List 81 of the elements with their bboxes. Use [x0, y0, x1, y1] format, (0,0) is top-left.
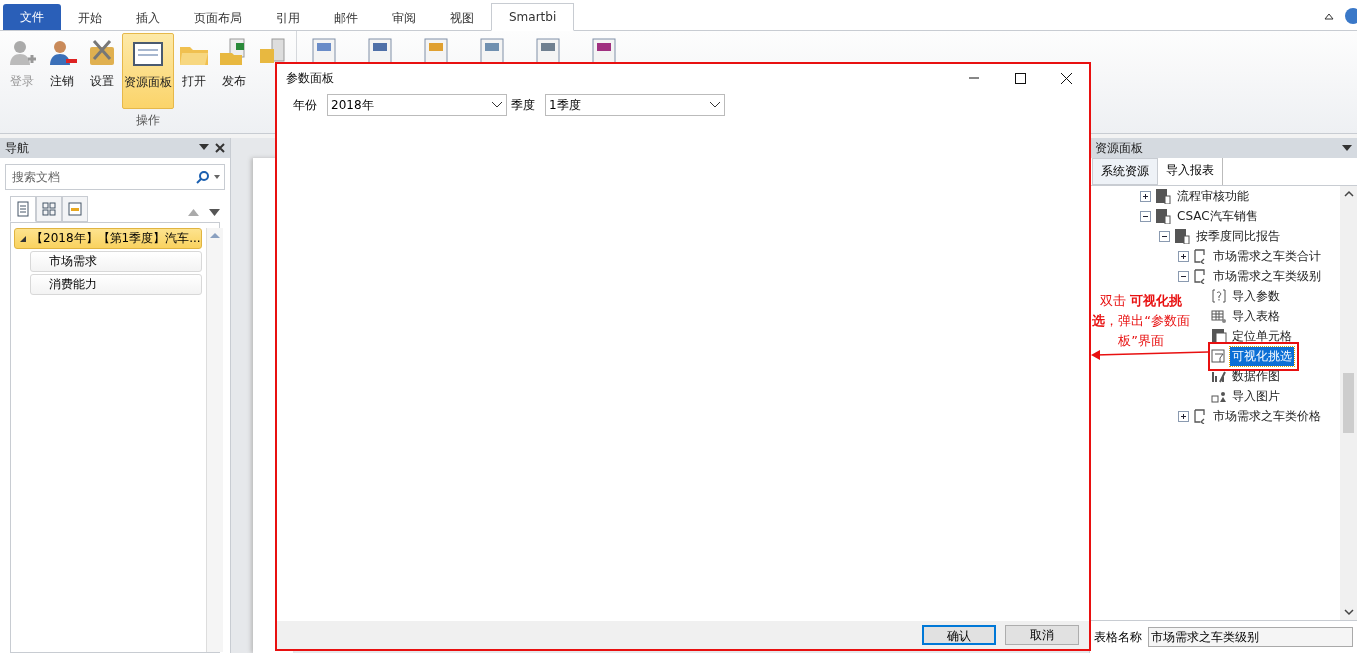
grid-icon	[42, 202, 56, 216]
param-select[interactable]: 1季度	[545, 94, 725, 116]
confirm-button[interactable]: 确认	[922, 625, 996, 645]
report-icon	[1192, 248, 1208, 264]
tree-item[interactable]: 市场需求之车类合计	[1211, 246, 1323, 266]
name-field[interactable]: 市场需求之车类级别	[1148, 627, 1353, 647]
folder-icon	[1154, 208, 1172, 224]
ribbon-button[interactable]: 资源面板	[122, 33, 174, 109]
list-icon	[68, 202, 82, 216]
file-menu-tab[interactable]: 文件	[3, 4, 61, 30]
heading-item[interactable]: 消费能力	[30, 274, 202, 295]
select-value: 2018年	[331, 96, 374, 114]
search-field[interactable]: 搜索文档	[5, 164, 225, 190]
field-label: 表格名称	[1094, 628, 1142, 646]
page-icon	[17, 201, 29, 217]
tree-item[interactable]: 导入参数	[1230, 286, 1282, 306]
tree-item[interactable]: 市场需求之车类级别	[1211, 266, 1323, 286]
scroll-down-icon[interactable]	[1343, 608, 1354, 616]
ribbon-tab[interactable]: 页面布局	[177, 5, 259, 31]
dialog-title: 参数面板	[286, 69, 334, 87]
tree-item[interactable]: 定位单元格	[1230, 326, 1294, 346]
expand-icon[interactable]	[1178, 250, 1189, 262]
ribbon-tab[interactable]: 插入	[119, 5, 177, 31]
search-icon	[196, 170, 210, 184]
expanded-triangle-icon[interactable]	[20, 235, 26, 242]
ribbon-button[interactable]: 发布	[214, 33, 254, 109]
tree-item[interactable]: 流程审核功能	[1175, 186, 1251, 206]
panel-title: 导航	[5, 139, 29, 157]
collapse-ribbon-icon[interactable]	[1323, 11, 1335, 21]
tree-item[interactable]: 按季度同比报告	[1194, 226, 1282, 246]
ribbon-button[interactable]: 打开	[174, 33, 214, 109]
dropdown-icon[interactable]	[214, 175, 220, 179]
tree-item[interactable]: 市场需求之车类价格	[1211, 406, 1323, 426]
collapse-icon[interactable]	[1140, 210, 1151, 222]
table-icon	[1211, 308, 1227, 324]
heading-item[interactable]: 市场需求	[30, 251, 202, 272]
expand-icon[interactable]	[1140, 190, 1151, 202]
tree-item[interactable]: 可视化挑选	[1230, 346, 1294, 366]
chevron-down-icon	[491, 101, 503, 109]
scroll-thumb[interactable]	[1343, 373, 1354, 433]
annotation-text: 双击 可视化挑选，弹出“参数面板”界面	[1091, 292, 1191, 350]
maximize-icon[interactable]	[1014, 72, 1026, 84]
panel-title: 资源面板	[1095, 139, 1143, 157]
dropdown-icon[interactable]	[199, 143, 209, 151]
param-label: 年份	[293, 96, 318, 114]
ribbon-tab[interactable]: 视图	[433, 5, 491, 31]
cell-icon	[1211, 328, 1227, 344]
param-select[interactable]: 2018年	[327, 94, 507, 116]
tree-item[interactable]: 导入表格	[1230, 306, 1282, 326]
param-label: 季度	[511, 96, 536, 114]
parameter-icon	[1211, 288, 1227, 304]
chevron-down-icon	[709, 101, 721, 109]
ribbon-tab[interactable]: Smartbi	[491, 3, 575, 31]
report-icon	[1192, 408, 1208, 424]
scroll-up-icon[interactable]	[1343, 190, 1354, 198]
tree-item[interactable]: CSAC汽车销售	[1175, 206, 1260, 226]
select-value: 1季度	[549, 96, 581, 114]
close-icon[interactable]	[215, 143, 225, 153]
heading-text: 【2018年】【第1季度】汽车...	[31, 230, 201, 247]
panel-tab[interactable]: 系统资源	[1092, 158, 1158, 185]
tree-item[interactable]: 导入图片	[1230, 386, 1282, 406]
collapse-icon[interactable]	[1178, 270, 1189, 282]
tree-item[interactable]: 数据作图	[1230, 366, 1282, 386]
group-label: 操作	[135, 112, 161, 129]
ribbon-tab[interactable]: 审阅	[375, 5, 433, 31]
down-icon[interactable]	[209, 209, 220, 216]
folder-icon	[1173, 228, 1191, 244]
ribbon-tab[interactable]: 邮件	[317, 5, 375, 31]
report-icon	[1192, 268, 1208, 284]
ribbon-tab[interactable]: 引用	[259, 5, 317, 31]
heading-item[interactable]: 【2018年】【第1季度】汽车...	[14, 228, 202, 249]
expand-icon[interactable]	[1178, 410, 1189, 422]
view-tab[interactable]	[36, 196, 62, 222]
ribbon-tab[interactable]: 开始	[61, 5, 119, 31]
ribbon-button[interactable]: 设置	[82, 33, 122, 109]
dropdown-icon[interactable]	[1342, 144, 1352, 152]
ribbon-button[interactable]: 注销	[42, 33, 82, 109]
collapse-icon[interactable]	[1159, 230, 1170, 242]
folder-icon	[1154, 188, 1172, 204]
close-icon[interactable]	[1060, 72, 1072, 84]
cancel-button[interactable]: 取消	[1005, 625, 1079, 645]
